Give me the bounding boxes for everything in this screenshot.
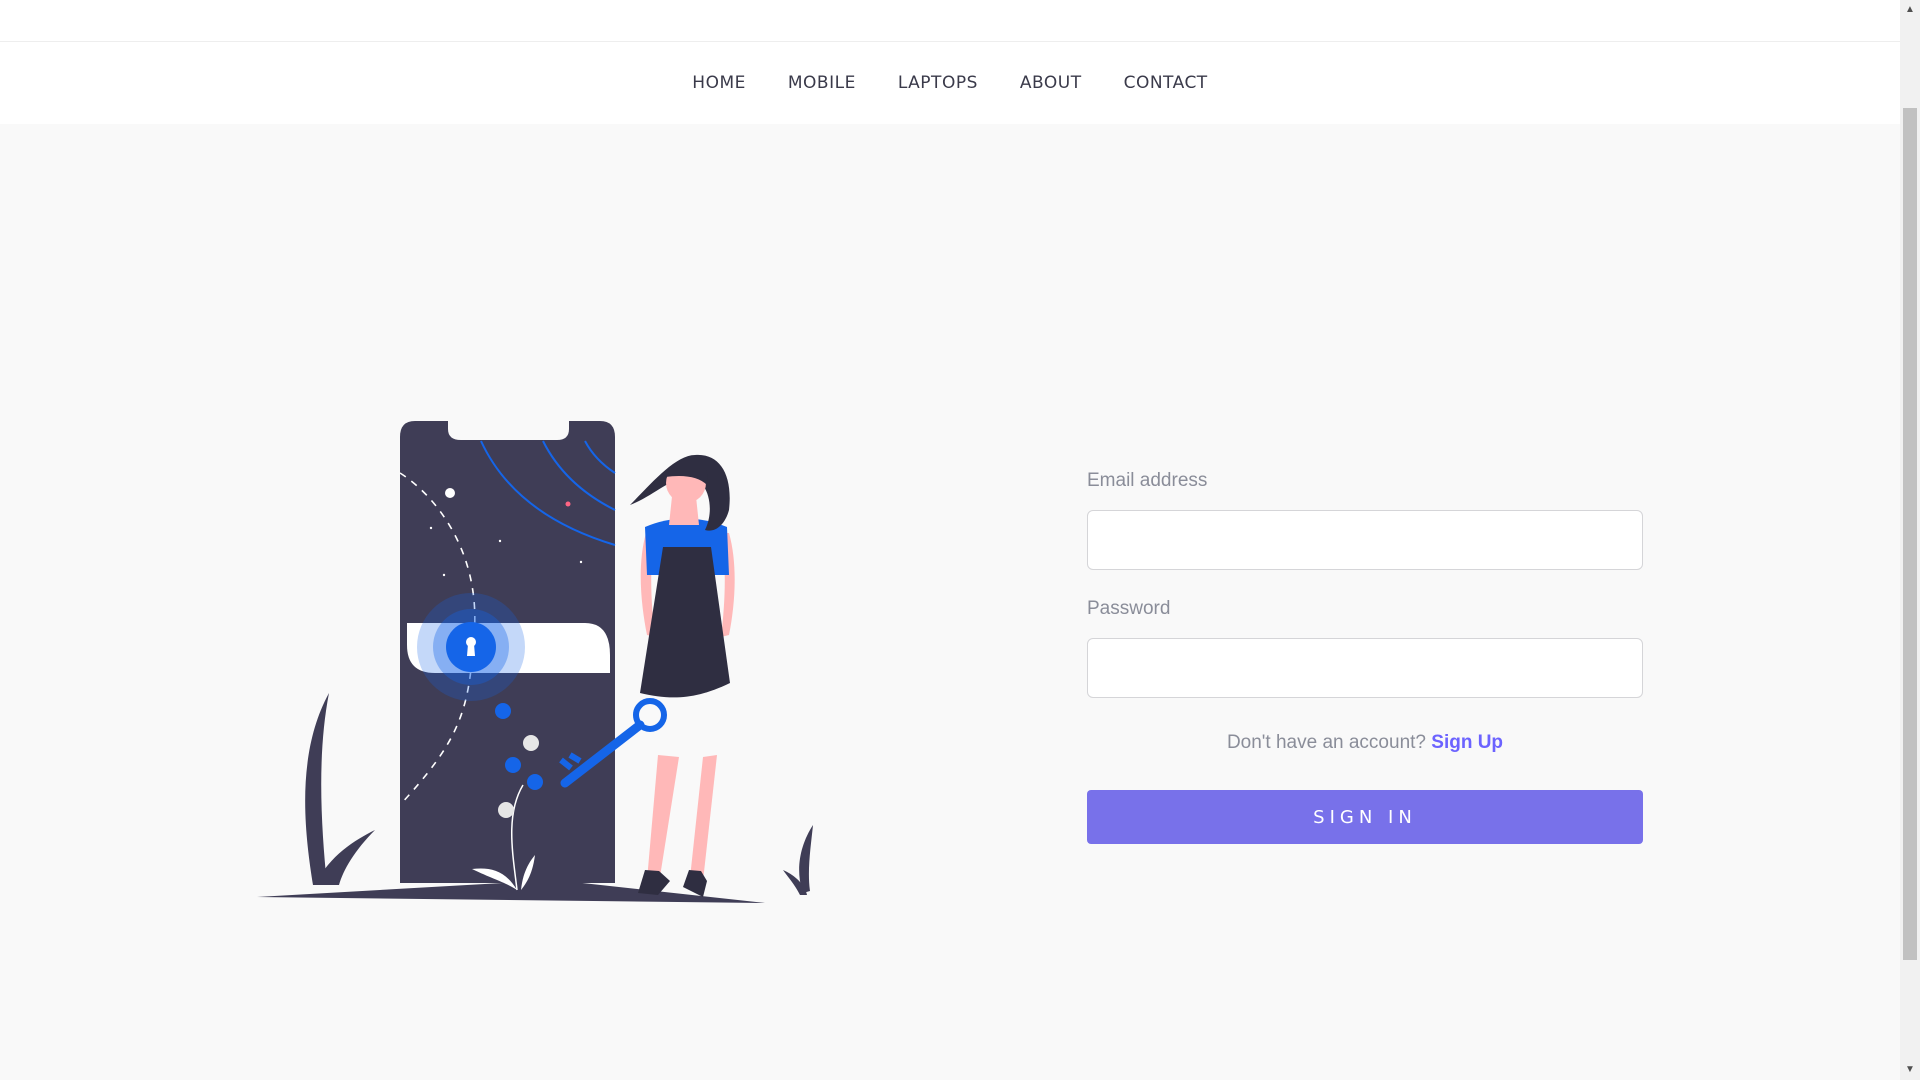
top-bar: [0, 0, 1900, 42]
page-scrollbar[interactable]: ▲ ▼: [1900, 0, 1920, 1080]
signup-link[interactable]: Sign Up: [1431, 732, 1503, 753]
lock-icon: [417, 593, 525, 701]
password-group: Password: [1087, 598, 1643, 698]
person-figure: [630, 454, 735, 897]
plant-leaf-left: [305, 693, 329, 885]
signup-prompt-row: Don't have an account? Sign Up: [1087, 732, 1643, 754]
scroll-thumb[interactable]: [1903, 108, 1917, 960]
plant-leaf-right: [799, 825, 813, 893]
password-label: Password: [1087, 598, 1171, 619]
email-label: Email address: [1087, 470, 1208, 491]
scroll-down-arrow-icon[interactable]: ▼: [1900, 1060, 1920, 1080]
nav-item-mobile[interactable]: MOBILE: [788, 73, 856, 93]
login-form: Email address Password Don't have an acc…: [1087, 470, 1643, 844]
scroll-up-arrow-icon[interactable]: ▲: [1900, 0, 1920, 20]
password-field[interactable]: [1087, 638, 1643, 698]
nav-item-laptops[interactable]: LAPTOPS: [898, 73, 978, 93]
security-illustration: [257, 421, 813, 903]
nav-item-about[interactable]: ABOUT: [1020, 73, 1082, 93]
nav-item-home[interactable]: HOME: [692, 73, 746, 93]
email-group: Email address: [1087, 470, 1643, 570]
main-navbar: HOME MOBILE LAPTOPS ABOUT CONTACT: [0, 42, 1900, 124]
signup-prompt-text: Don't have an account?: [1226, 732, 1426, 753]
sign-in-button[interactable]: SIGN IN: [1087, 790, 1643, 844]
nav-item-contact[interactable]: CONTACT: [1124, 73, 1208, 93]
nav-menu: HOME MOBILE LAPTOPS ABOUT CONTACT: [692, 73, 1207, 93]
email-field[interactable]: [1087, 510, 1643, 570]
